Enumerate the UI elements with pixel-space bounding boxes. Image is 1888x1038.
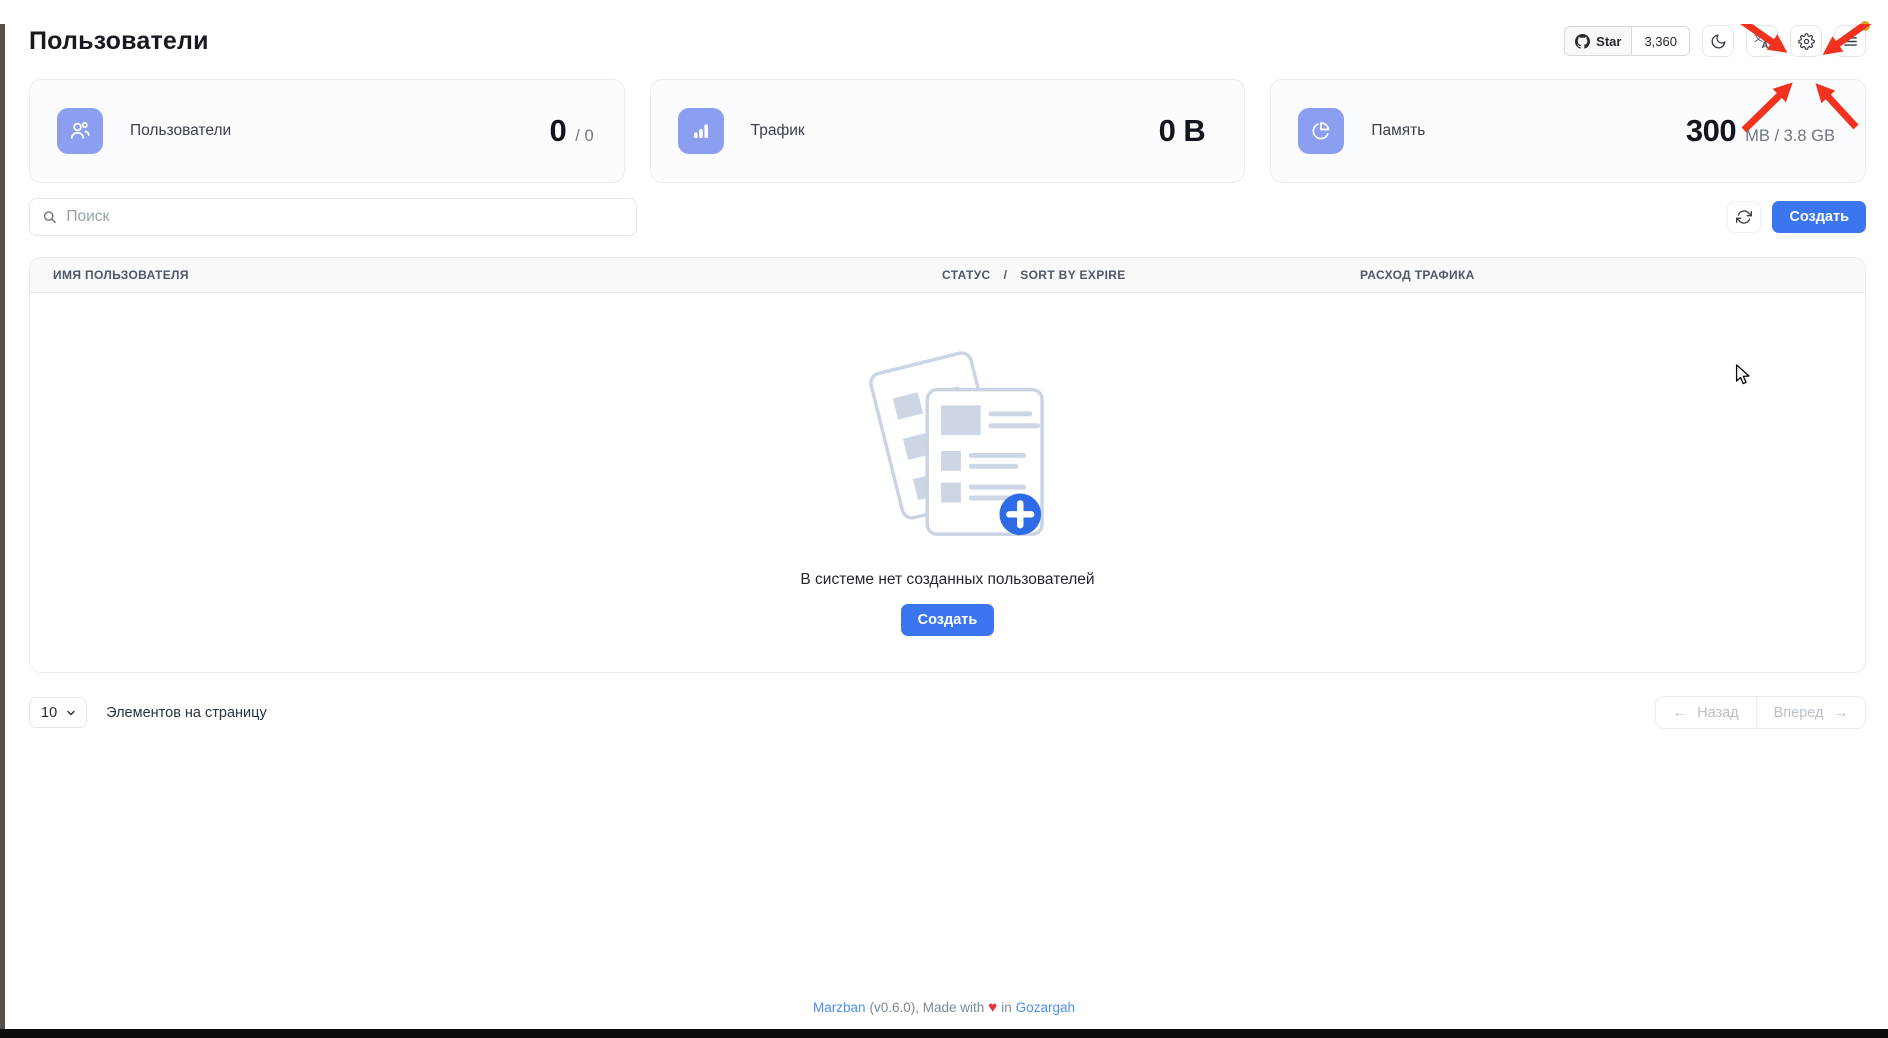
main-content: Пользователи Star 3,360 文 A: [0, 24, 1888, 729]
stat-value: 0 B: [1159, 113, 1215, 149]
right-arrow-icon: →: [1834, 705, 1849, 721]
menu-button[interactable]: [1834, 25, 1866, 57]
language-button[interactable]: 文 A: [1746, 25, 1778, 57]
toolbar: Star 3,360 文 A: [1564, 25, 1866, 57]
column-header-sort-by-expire[interactable]: SORT BY EXPIRE: [1020, 268, 1125, 282]
footer: Marzban (v0.6.0), Made with ♥ in Gozarga…: [0, 999, 1888, 1016]
per-page-select[interactable]: 10: [29, 697, 87, 728]
github-star-badge[interactable]: Star 3,360: [1564, 26, 1690, 56]
column-header-status-expire[interactable]: СТАТУС / SORT BY EXPIRE: [942, 268, 1360, 282]
memory-icon: [1298, 108, 1344, 154]
prev-page-button[interactable]: ← Назад: [1656, 697, 1756, 728]
prev-label: Назад: [1697, 705, 1739, 721]
empty-state: В системе нет созданных пользователей Со…: [30, 293, 1865, 672]
menu-icon: [1842, 33, 1859, 50]
create-user-button[interactable]: Создать: [1772, 201, 1866, 233]
stat-cards: Пользователи 0 / 0 Трафик 0 B Память 300: [29, 79, 1866, 183]
next-page-button[interactable]: Вперед →: [1756, 697, 1865, 728]
pagination-row: 10 Элементов на страницу ← Назад Вперед …: [29, 696, 1866, 729]
page-header: Пользователи Star 3,360 文 A: [29, 24, 1866, 58]
table-header-row: ИМЯ ПОЛЬЗОВАТЕЛЯ СТАТУС / SORT BY EXPIRE…: [30, 258, 1865, 293]
github-icon: [1575, 34, 1590, 49]
settings-button[interactable]: [1790, 25, 1822, 57]
page-title: Пользователи: [29, 27, 209, 56]
search-icon: [42, 209, 57, 225]
marzban-link[interactable]: Marzban: [813, 1000, 866, 1015]
search-box[interactable]: [29, 198, 637, 236]
bottom-edge-bar: [0, 1029, 1888, 1038]
github-star-button[interactable]: Star: [1565, 27, 1632, 55]
per-page-value: 10: [41, 705, 57, 721]
dark-mode-button[interactable]: [1702, 25, 1734, 57]
column-header-status[interactable]: СТАТУС: [942, 268, 991, 282]
stat-label: Трафик: [751, 122, 805, 140]
column-header-username[interactable]: ИМЯ ПОЛЬЗОВАТЕЛЯ: [30, 268, 942, 282]
refresh-button[interactable]: [1727, 201, 1761, 233]
gear-icon: [1798, 33, 1815, 50]
search-input[interactable]: [66, 208, 624, 226]
chevron-down-icon: [65, 707, 77, 719]
next-label: Вперед: [1774, 705, 1824, 721]
translate-icon: 文 A: [1753, 32, 1771, 50]
stat-number: 300: [1686, 113, 1736, 149]
stat-card-traffic: Трафик 0 B: [650, 79, 1246, 183]
empty-state-create-button[interactable]: Создать: [901, 604, 995, 636]
pagination-nav: ← Назад Вперед →: [1655, 696, 1866, 729]
stat-label: Память: [1371, 122, 1425, 140]
heart-icon: ♥: [988, 999, 997, 1016]
github-star-label: Star: [1596, 34, 1621, 49]
empty-state-message: В системе нет созданных пользователей: [800, 571, 1094, 589]
footer-text: (v0.6.0), Made with: [870, 1000, 985, 1015]
stat-suffix: / 0: [575, 127, 593, 146]
footer-in-text: in: [1001, 1000, 1012, 1015]
stat-card-users: Пользователи 0 / 0: [29, 79, 625, 183]
menu-notification-dot: [1860, 21, 1870, 31]
stat-suffix: MB / 3.8 GB: [1745, 127, 1835, 146]
users-icon: [57, 108, 103, 154]
github-star-count[interactable]: 3,360: [1632, 27, 1689, 55]
empty-documents-illustration: [843, 350, 1053, 548]
stat-label: Пользователи: [130, 122, 231, 140]
column-header-traffic[interactable]: РАСХОД ТРАФИКА: [1360, 268, 1865, 282]
table-actions: Создать: [1727, 201, 1866, 233]
stat-value: 0 / 0: [550, 113, 594, 149]
traffic-icon: [678, 108, 724, 154]
stat-number: 0 B: [1159, 113, 1206, 149]
users-table: ИМЯ ПОЛЬЗОВАТЕЛЯ СТАТУС / SORT BY EXPIRE…: [29, 257, 1866, 673]
refresh-icon: [1736, 209, 1752, 225]
add-plus-badge: [999, 494, 1041, 536]
moon-icon: [1710, 33, 1727, 50]
stat-card-memory: Память 300 MB / 3.8 GB: [1270, 79, 1866, 183]
screen-edge-strip: [0, 24, 5, 1038]
svg-text:A: A: [1762, 40, 1769, 50]
column-header-divider: /: [1004, 268, 1008, 282]
stat-value: 300 MB / 3.8 GB: [1686, 113, 1835, 149]
per-page-label: Элементов на страницу: [106, 705, 267, 721]
gozargah-link[interactable]: Gozargah: [1016, 1000, 1075, 1015]
stat-number: 0: [550, 113, 567, 149]
left-arrow-icon: ←: [1673, 705, 1688, 721]
filters-row: Создать: [29, 198, 1866, 236]
